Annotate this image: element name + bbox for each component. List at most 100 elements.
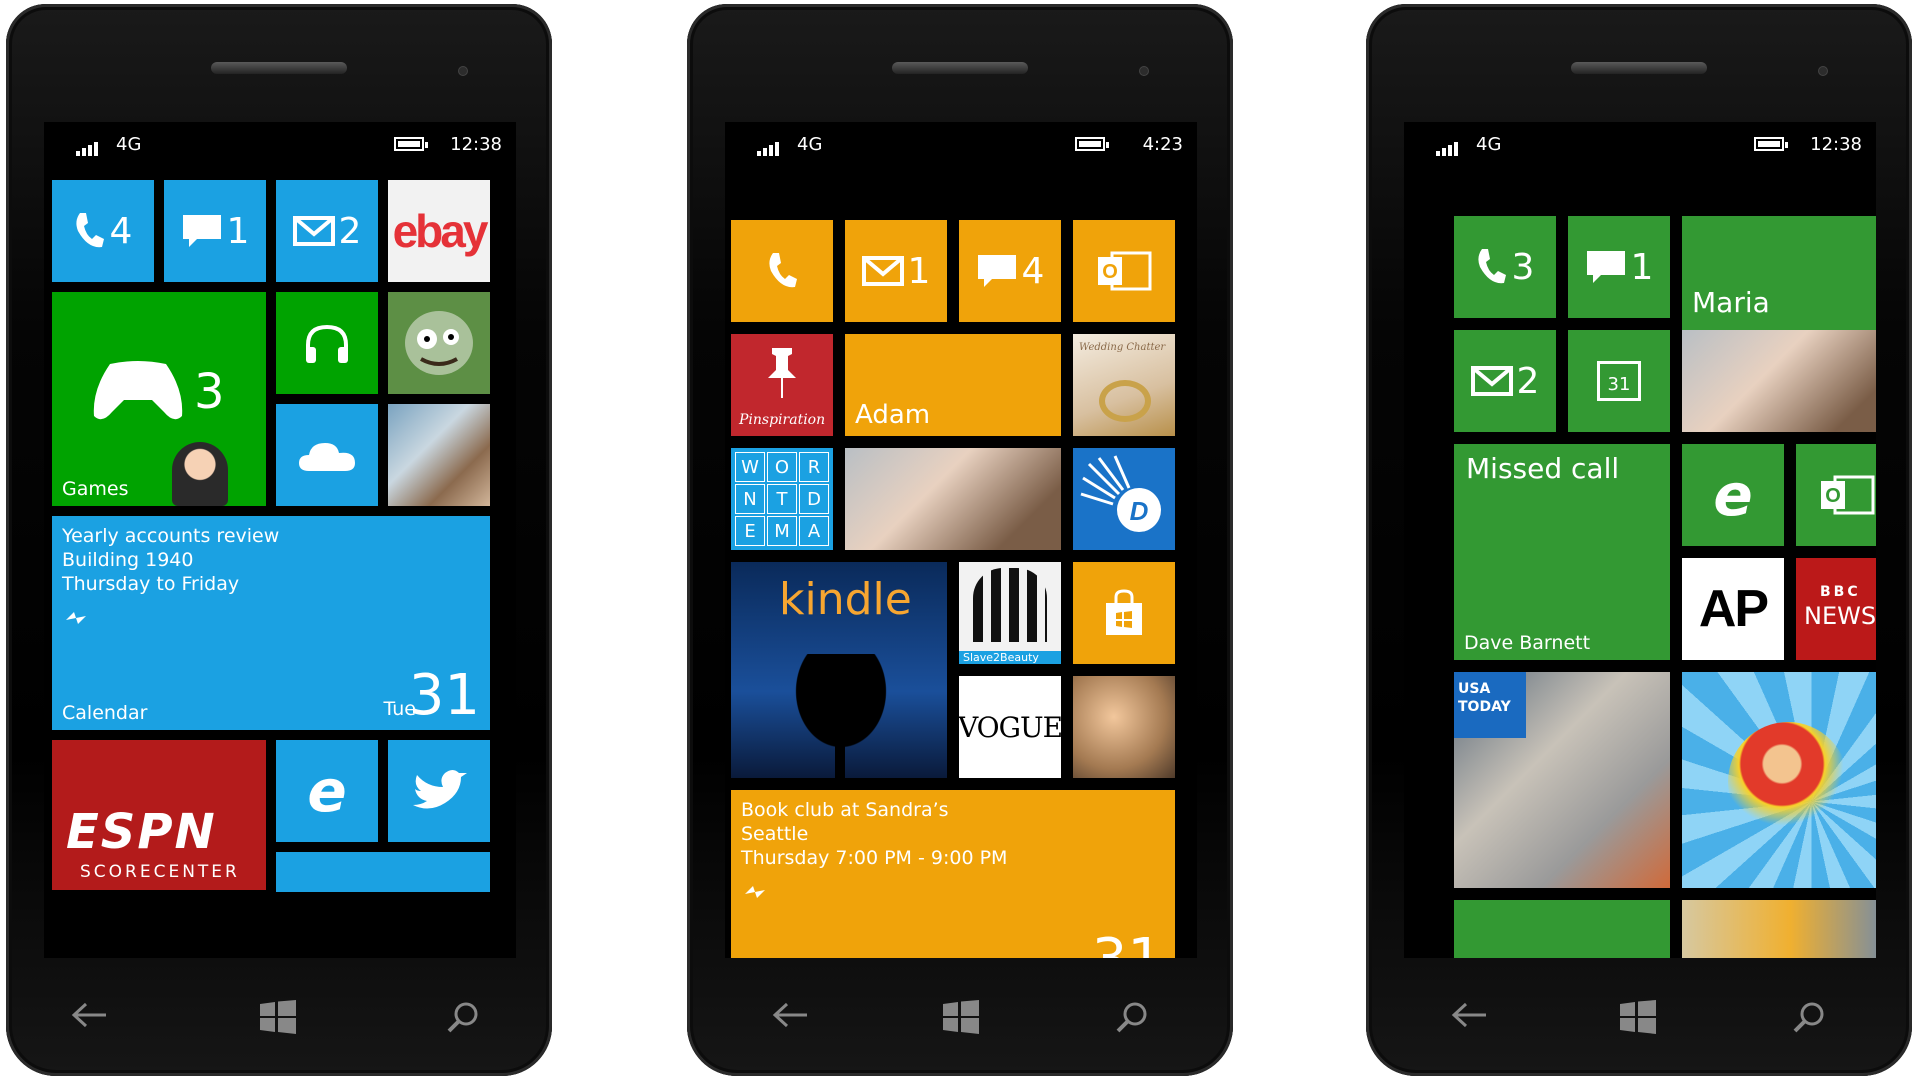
start-screen: 4G 4:23 1 4 O Pinspiration Adam Wedding … (725, 122, 1197, 958)
mail-icon (861, 256, 904, 286)
search-icon[interactable] (446, 1000, 480, 1034)
mail-tile[interactable]: 1 (845, 220, 947, 322)
letter: T (767, 484, 797, 514)
calendar-date: 31 (408, 663, 480, 728)
signal-icon (757, 138, 785, 156)
messaging-tile[interactable]: 1 (164, 180, 266, 282)
search-icon[interactable] (1115, 1000, 1149, 1034)
bbc-logo: BBC (1820, 584, 1861, 600)
battery-icon (394, 137, 428, 151)
fashion-silhouettes (973, 568, 1047, 642)
dictionary-tile[interactable]: D (1073, 448, 1175, 550)
missed-call-title: Missed call (1466, 452, 1620, 485)
recurring-icon (66, 612, 86, 624)
messaging-count: 1 (226, 210, 250, 252)
phone-tile[interactable] (731, 220, 833, 322)
network-type: 4G (1476, 134, 1502, 155)
front-camera (1139, 66, 1149, 76)
back-icon[interactable] (70, 1000, 110, 1030)
vogue-logo: VOGUE (959, 710, 1061, 744)
messaging-count: 1 (1630, 246, 1654, 288)
mail-tile[interactable]: 2 (1454, 330, 1556, 432)
front-camera (458, 66, 468, 76)
twitter-tile[interactable] (388, 740, 490, 842)
pinspiration-tile[interactable]: Pinspiration (731, 334, 833, 436)
calendar-app-tile[interactable]: 31 (1568, 330, 1670, 432)
sunburst-d-icon: D (1080, 455, 1161, 532)
outlook-tile[interactable]: O (1796, 444, 1876, 546)
outlook-icon: O (1821, 475, 1875, 515)
ap-news-tile[interactable]: AP (1682, 558, 1784, 660)
letter: E (735, 516, 765, 546)
status-bar: 4G 4:23 (725, 134, 1197, 164)
espn-tile[interactable]: ESPN SCORECENTER (52, 740, 266, 890)
store-tile[interactable] (1073, 562, 1175, 664)
slave2beauty-tile[interactable]: Slave2Beauty (959, 562, 1061, 664)
avatar (172, 442, 228, 506)
ie-icon: e (1713, 461, 1753, 529)
ebay-tile[interactable]: ebay (388, 180, 490, 282)
calendar-tile[interactable]: Yearly accounts review Building 1940 Thu… (52, 516, 490, 730)
windows-start-icon[interactable] (943, 1000, 979, 1034)
phone-tile[interactable]: 4 (52, 180, 154, 282)
contact-photo (845, 448, 1061, 550)
calendar-event: Book club at Sandra’s Seattle Thursday 7… (741, 798, 1007, 870)
mail-tile[interactable]: 2 (276, 180, 378, 282)
windows-start-icon[interactable] (1620, 1000, 1656, 1034)
calendar-date: 31 (1092, 927, 1163, 958)
letter: N (735, 484, 765, 514)
kindle-label: kindle (779, 574, 912, 625)
search-icon[interactable] (1792, 1000, 1826, 1034)
phone-icon (769, 253, 797, 288)
skydrive-tile[interactable] (276, 404, 378, 506)
partial-tile[interactable] (276, 852, 490, 892)
calendar-tile[interactable]: Book club at Sandra’s Seattle Thursday 7… (731, 790, 1175, 958)
phone-icon (1477, 249, 1506, 284)
wedding-chatter-tile[interactable]: Wedding Chatter (1073, 334, 1175, 436)
outlook-tile[interactable]: O (1073, 220, 1175, 322)
wordament-tile[interactable]: W O R N T D E M A (731, 448, 833, 550)
pinspiration-label: Pinspiration (739, 412, 826, 428)
usa-today-tile[interactable]: USA TODAY (1454, 672, 1670, 888)
tree-trunk (835, 692, 845, 778)
headphones-icon (306, 324, 348, 363)
outlook-icon: O (1098, 251, 1152, 291)
rings-image (1099, 380, 1151, 422)
back-icon[interactable] (1450, 1000, 1490, 1030)
messaging-tile[interactable]: 1 (1568, 216, 1670, 318)
wedding-chatter-label: Wedding Chatter (1079, 342, 1166, 353)
plants-vs-zombies-tile[interactable] (388, 292, 490, 394)
bbc-news-tile[interactable]: BBC NEWS (1796, 558, 1876, 660)
partial-tile[interactable] (1454, 900, 1670, 958)
phone-tile[interactable]: 3 (1454, 216, 1556, 318)
zombie-icon (405, 311, 473, 375)
messaging-tile[interactable]: 4 (959, 220, 1061, 322)
kindle-tile[interactable]: kindle (731, 562, 947, 778)
letter: D (799, 484, 829, 514)
partial-photo-tile[interactable] (1682, 900, 1876, 958)
calendar-label: Calendar (62, 702, 148, 724)
contact-name: Maria (1692, 286, 1770, 319)
back-icon[interactable] (771, 1000, 811, 1030)
missed-call-name: Dave Barnett (1464, 632, 1591, 654)
letter: W (735, 452, 765, 482)
mail-count: 2 (338, 210, 362, 252)
windows-start-icon[interactable] (260, 1000, 296, 1034)
photo-tile[interactable] (1073, 676, 1175, 778)
signal-icon (1436, 138, 1464, 156)
game-art-tile[interactable] (388, 404, 490, 506)
snowboard-game-tile[interactable] (1682, 672, 1876, 888)
vogue-tile[interactable]: VOGUE (959, 676, 1061, 778)
xbox-controller-icon (93, 361, 183, 420)
message-icon (977, 255, 1016, 287)
internet-explorer-tile[interactable]: e (276, 740, 378, 842)
games-tile[interactable]: 3 Games (52, 292, 266, 506)
ap-logo: AP (1698, 580, 1769, 638)
missed-call-tile[interactable]: Missed call Dave Barnett (1454, 444, 1670, 660)
signal-icon (76, 138, 104, 156)
music-tile[interactable] (276, 292, 378, 394)
internet-explorer-tile[interactable]: e (1682, 444, 1784, 546)
contact-tile-adam[interactable]: Adam (845, 334, 1061, 436)
bird-icon (413, 770, 467, 809)
contact-tile-maria[interactable]: Maria (1682, 216, 1876, 432)
